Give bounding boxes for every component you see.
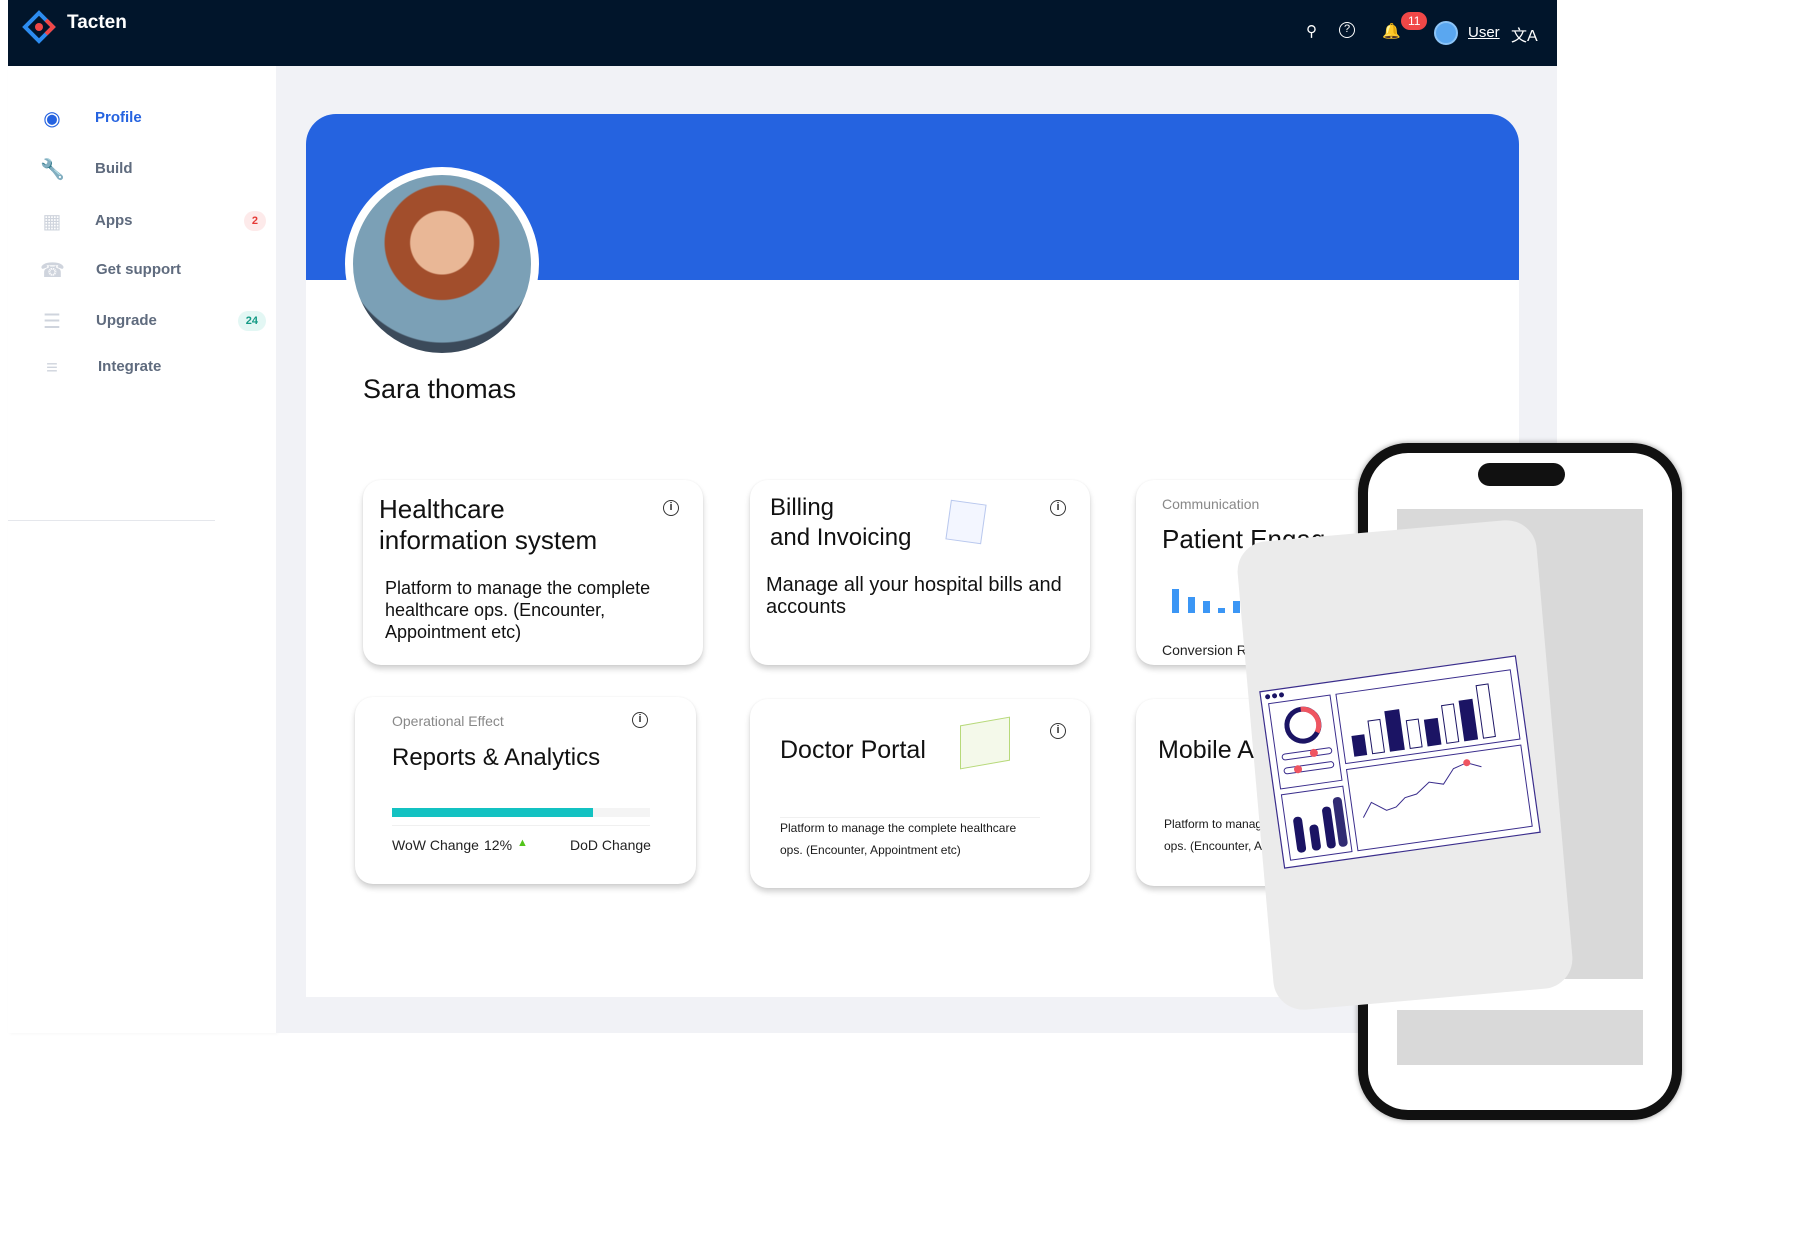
card-body: ops. (Encounter, Appointment etc)	[780, 843, 961, 857]
notification-badge: 11	[1401, 12, 1428, 30]
sidebar-item-apps[interactable]: ▦ Apps 2	[8, 202, 276, 242]
info-icon[interactable]: i	[663, 500, 679, 516]
logo-icon	[22, 10, 56, 44]
translate-icon[interactable]: 文A	[1511, 22, 1538, 46]
wrench-icon: 🔧	[40, 159, 65, 181]
card-body: Platform to manage	[1164, 817, 1269, 831]
sidebar-item-upgrade[interactable]: ☰ Upgrade 24	[8, 302, 276, 342]
card-healthcare-information-system[interactable]: Healthcare information system i Platform…	[363, 480, 703, 665]
invoice-illustration	[945, 499, 987, 545]
apps-badge: 2	[243, 211, 266, 231]
profile-name: Sara thomas	[363, 374, 517, 404]
sliders-icon: ≡	[46, 357, 58, 379]
caret-up-icon: ▲	[517, 837, 528, 849]
progress-bar	[392, 808, 650, 817]
divider	[780, 817, 1040, 818]
sidebar-item-profile[interactable]: ◉ Profile	[8, 99, 276, 139]
apps-icon: ▦	[42, 211, 62, 233]
search-icon[interactable]: ⚲	[1306, 22, 1317, 40]
dod-label: DoD Change	[570, 837, 651, 853]
phone-screen-bar	[1397, 1010, 1643, 1065]
upgrade-icon: ☰	[43, 311, 61, 333]
phone-notch	[1478, 463, 1565, 486]
profile-avatar	[345, 167, 539, 361]
info-icon[interactable]: i	[1050, 723, 1066, 739]
info-icon[interactable]: i	[632, 712, 648, 728]
user-avatar[interactable]	[1434, 21, 1458, 45]
user-menu-link[interactable]: User	[1468, 24, 1500, 41]
wow-value: 12%	[484, 837, 513, 853]
sidebar-divider	[8, 520, 215, 521]
card-body: ops. (Encounter, Ap	[1164, 839, 1269, 853]
divider	[392, 825, 650, 826]
bell-icon[interactable]: 🔔	[1382, 22, 1401, 40]
dashboard-illustration	[1259, 655, 1541, 869]
sidebar-item-integrate[interactable]: ≡ Integrate	[8, 348, 276, 388]
app-title: Tacten	[67, 12, 127, 33]
help-icon[interactable]: ?	[1339, 22, 1355, 38]
sidebar: ◉ Profile 🔧 Build ▦ Apps 2 ☎ Get support ☰ Upg…	[8, 66, 276, 1033]
support-icon: ☎	[40, 260, 65, 282]
doctor-illustration	[960, 716, 1010, 770]
top-nav: Tacten ⚲ ? 🔔 11 User 文A	[8, 0, 1557, 66]
card-body: Platform to manage the complete healthca…	[780, 821, 1017, 835]
card-reports-analytics[interactable]: Operational Effect i Reports & Analytics…	[355, 697, 696, 884]
info-icon[interactable]: i	[1050, 500, 1066, 516]
upgrade-badge: 24	[237, 311, 266, 331]
sidebar-item-get-support[interactable]: ☎ Get support	[8, 251, 276, 291]
card-billing-and-invoicing[interactable]: Billing and Invoicing i Manage all your …	[750, 480, 1090, 665]
card-doctor-portal[interactable]: Doctor Portal i Platform to manage the c…	[750, 699, 1090, 888]
wow-label: WoW Change	[392, 837, 479, 853]
user-icon: ◉	[43, 108, 61, 130]
sidebar-item-build[interactable]: 🔧 Build	[8, 150, 276, 190]
